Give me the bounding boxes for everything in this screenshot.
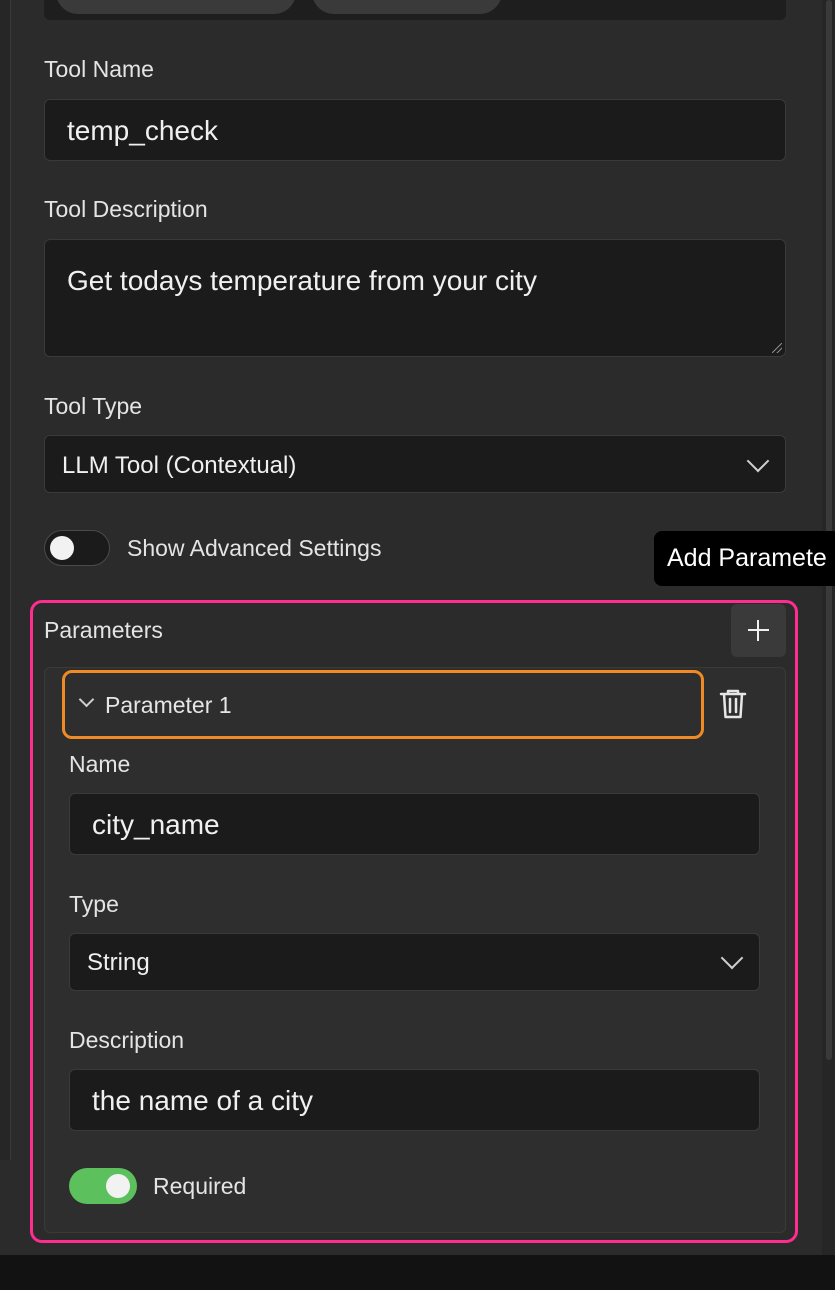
param-type-label: Type [69,891,119,917]
param-type-value: String [87,949,150,976]
tool-name-input[interactable]: temp_check [44,99,786,161]
tool-type-select[interactable]: LLM Tool (Contextual) [44,435,786,493]
chevron-down-icon [746,449,770,473]
param-description-value: the name of a city [92,1085,314,1116]
parameter-header-label: Parameter 1 [105,692,232,718]
advanced-settings-toggle[interactable] [44,530,110,566]
toggle-knob [106,1174,130,1198]
advanced-settings-label: Show Advanced Settings [127,535,382,561]
required-toggle[interactable] [69,1168,137,1204]
tool-type-value: LLM Tool (Contextual) [62,452,297,479]
toggle-knob [50,536,74,560]
tooltip-text: Add Paramete [667,544,827,572]
chevron-down-icon [78,691,95,708]
add-parameter-button[interactable] [731,604,786,657]
bottom-bar [0,1255,835,1290]
scrollbar-thumb[interactable] [826,0,832,1060]
chevron-down-icon [720,946,744,970]
required-label: Required [153,1173,247,1199]
parameter-header[interactable]: Parameter 1 [62,670,704,739]
left-edge [0,0,11,1160]
add-parameter-tooltip: Add Paramete [654,531,835,586]
trash-icon[interactable] [718,688,748,720]
parameters-title: Parameters [44,617,163,643]
param-description-input[interactable]: the name of a city [69,1069,760,1131]
top-chip[interactable] [56,0,296,14]
tool-description-label: Tool Description [44,196,208,222]
top-chip[interactable] [312,0,502,14]
tool-name-label: Tool Name [44,56,154,82]
tool-type-label: Tool Type [44,393,143,419]
tool-description-textarea[interactable]: Get todays temperature from your city [44,239,786,357]
tool-name-value: temp_check [67,115,218,146]
tool-description-value: Get todays temperature from your city [67,265,537,296]
param-name-label: Name [69,751,131,777]
param-type-select[interactable]: String [69,933,760,991]
param-name-value: city_name [92,809,220,840]
resize-handle-icon[interactable] [772,343,782,353]
param-description-label: Description [69,1027,185,1053]
param-name-input[interactable]: city_name [69,793,760,855]
